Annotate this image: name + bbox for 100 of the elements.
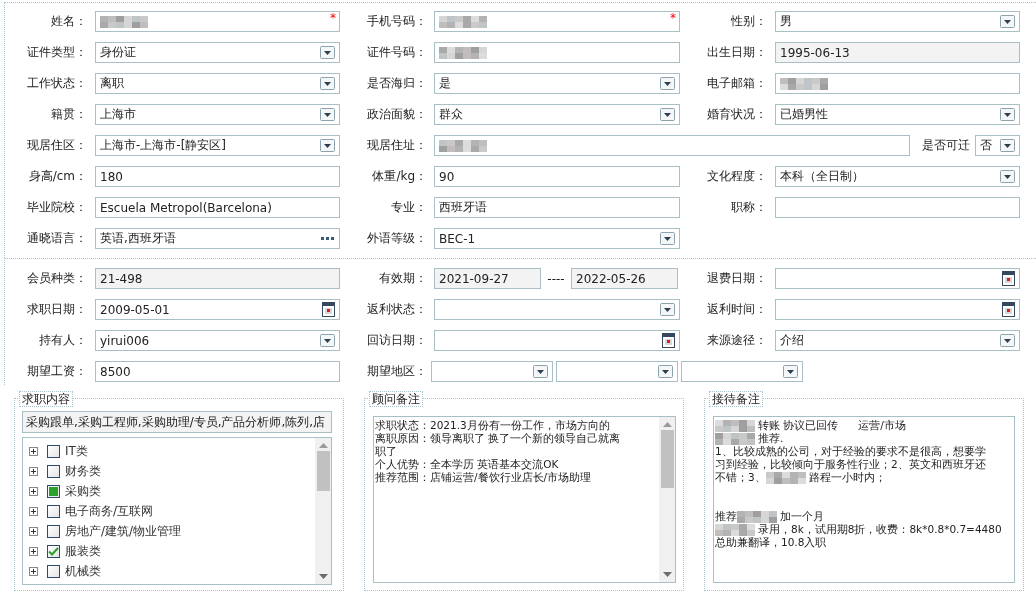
select-field[interactable]: 群众 [434, 104, 680, 125]
scroll-down-icon [662, 572, 672, 578]
expand-icon [29, 446, 38, 456]
select-field[interactable] [434, 299, 680, 320]
field-label: 外语等级： [366, 230, 427, 247]
text-field[interactable]: * [434, 11, 680, 32]
select-field[interactable] [431, 361, 553, 382]
range-separator: ---- [546, 271, 566, 286]
select-field[interactable]: 离职 [95, 73, 340, 94]
note-text: 离职原因：领导离职了 换了一个新的领导自己就离 [375, 432, 621, 445]
text-field[interactable]: 2022-05-26 [571, 268, 678, 289]
ellipsis-icon [321, 236, 335, 241]
text-field[interactable]: 180 [95, 166, 340, 187]
text-field[interactable] [434, 135, 910, 156]
field-label: 有效期： [378, 270, 427, 287]
select-field[interactable] [681, 361, 803, 382]
date-field[interactable] [775, 299, 1020, 320]
field-label: 手机号码： [366, 13, 427, 30]
text-field[interactable] [775, 197, 1020, 218]
checkbox[interactable] [47, 444, 60, 458]
scroll-thumb[interactable] [316, 451, 330, 491]
select-field[interactable]: BEC-1 [434, 228, 680, 249]
select-field[interactable]: 男 [775, 11, 1020, 32]
text-field[interactable]: * [95, 11, 340, 32]
calendar-icon [322, 302, 335, 317]
field-label: 求职日期： [26, 301, 87, 318]
select-field[interactable]: yirui006 [95, 330, 340, 351]
date-field[interactable]: 2009-05-01 [95, 299, 340, 320]
tree-item-label[interactable]: 电子商务/互联网 [65, 502, 154, 520]
redacted-block [765, 471, 806, 484]
calendar-icon [1002, 271, 1015, 286]
scroll-thumb[interactable] [660, 430, 674, 488]
expand-icon [29, 486, 38, 496]
checkbox[interactable] [47, 564, 60, 578]
notes-textarea[interactable]: 转账 协议已回传 运营/市场 推荐. 1、比较成熟的公司，对于经验的要求不是很高，想要学 习到经验，比较倾向于服务性行业；2、英文和西班牙还 不错；3、 路程一小时内； 推荐 加一个月 录用，8k，试用期8折，收费：8k*0.8*0.7=4480 总助兼翻译，10.8入职 [713, 416, 1015, 583]
note-text: 推荐. [758, 432, 784, 445]
picker-field[interactable]: 英语,西班牙语 [95, 228, 340, 249]
date-field[interactable] [775, 268, 1020, 289]
tree-item-label[interactable]: 房地产/建筑/物业管理 [65, 522, 182, 540]
field-label: 体重/kg： [371, 168, 427, 185]
checkbox[interactable] [47, 524, 60, 538]
field-label: 通晓语言： [26, 230, 87, 247]
panel-title: 求职内容 [19, 391, 73, 407]
text-field[interactable]: 西班牙语 [434, 197, 680, 218]
select-field[interactable]: 是 [434, 73, 680, 94]
notes-textarea[interactable]: 求职状态：2021.3月份有一份工作，市场方向的 离职原因：领导离职了 换了一个新的领导自己就离 职了 个人优势：全本学历 英语基本交流OK 推荐范围：店铺运营/餐饮行业店长/市场助理 [373, 416, 676, 583]
text-field[interactable]: 采购跟单,采购工程师,采购助理/专员,产品分析师,陈列,店 [22, 411, 332, 433]
field-label: 证件号码： [366, 44, 427, 61]
text-field[interactable]: 90 [434, 166, 680, 187]
tree-item-label[interactable]: 财务类 [65, 462, 101, 480]
field-label: 返利时间： [706, 301, 767, 318]
panel-title: 接待备注 [709, 391, 763, 407]
text-field[interactable] [775, 73, 1020, 94]
field-label: 回访日期： [366, 332, 427, 349]
date-field[interactable] [434, 330, 680, 351]
note-text: 不错；3、 [715, 471, 766, 484]
note-text: 求职状态：2021.3月份有一份工作，市场方向的 [375, 419, 610, 432]
select-field[interactable] [556, 361, 678, 382]
field-label: 婚育状况： [706, 106, 767, 123]
redacted-block [737, 510, 777, 523]
note-text: 习到经验，比较倾向于服务性行业；2、英文和西班牙还 [715, 458, 986, 471]
select-field[interactable]: 介绍 [775, 330, 1020, 351]
text-field[interactable]: 21-498 [95, 268, 340, 289]
tree-item-label[interactable]: 采购类 [65, 482, 101, 500]
field-label: 期望工资： [26, 363, 87, 380]
note-text: 1、比较成熟的公司，对于经验的要求不是很高，想要学 [715, 445, 986, 458]
tree-item-label[interactable]: 服装类 [65, 542, 101, 560]
scrollbar[interactable] [315, 438, 331, 584]
scroll-down-icon [318, 574, 328, 580]
field-label: 电子邮箱： [706, 75, 767, 92]
checkbox[interactable] [47, 544, 60, 558]
note-text: 转账 协议已回传 运营/市场 [758, 419, 906, 432]
select-field[interactable]: 上海市-上海市-[静安区] [95, 135, 340, 156]
text-field[interactable]: 1995-06-13 [775, 42, 1020, 63]
select-field[interactable]: 已婚男性 [775, 104, 1020, 125]
select-field[interactable]: 否 [975, 135, 1020, 156]
text-field[interactable] [434, 42, 680, 63]
field-label: 工作状态： [26, 75, 87, 92]
note-text: 个人优势：全本学历 英语基本交流OK [375, 458, 559, 471]
note-text: 总助兼翻译，10.8入职 [715, 536, 827, 549]
tree-item-label[interactable]: 机械类 [65, 562, 101, 580]
field-label: 证件类型： [26, 44, 87, 61]
required-mark: * [670, 12, 676, 24]
field-label: 政治面貌： [366, 106, 427, 123]
text-field[interactable]: 8500 [95, 361, 340, 382]
field-label: 期望地区： [366, 363, 427, 380]
field-label: 持有人： [38, 332, 87, 349]
select-field[interactable]: 身份证 [95, 42, 340, 63]
select-field[interactable]: 上海市 [95, 104, 340, 125]
scrollbar[interactable] [659, 417, 675, 582]
checkbox[interactable] [47, 504, 60, 518]
field-label: 籍贯： [50, 106, 87, 123]
checkbox[interactable] [47, 464, 60, 478]
field-label: 是否海归： [366, 75, 427, 92]
select-field[interactable]: 本科（全日制） [775, 166, 1020, 187]
text-field[interactable]: Escuela Metropol(Barcelona) [95, 197, 340, 218]
tree-item-label[interactable]: IT类 [65, 442, 88, 460]
panel-title: 顾问备注 [369, 391, 423, 407]
required-mark: * [330, 12, 336, 24]
text-field[interactable]: 2021-09-27 [434, 268, 541, 289]
